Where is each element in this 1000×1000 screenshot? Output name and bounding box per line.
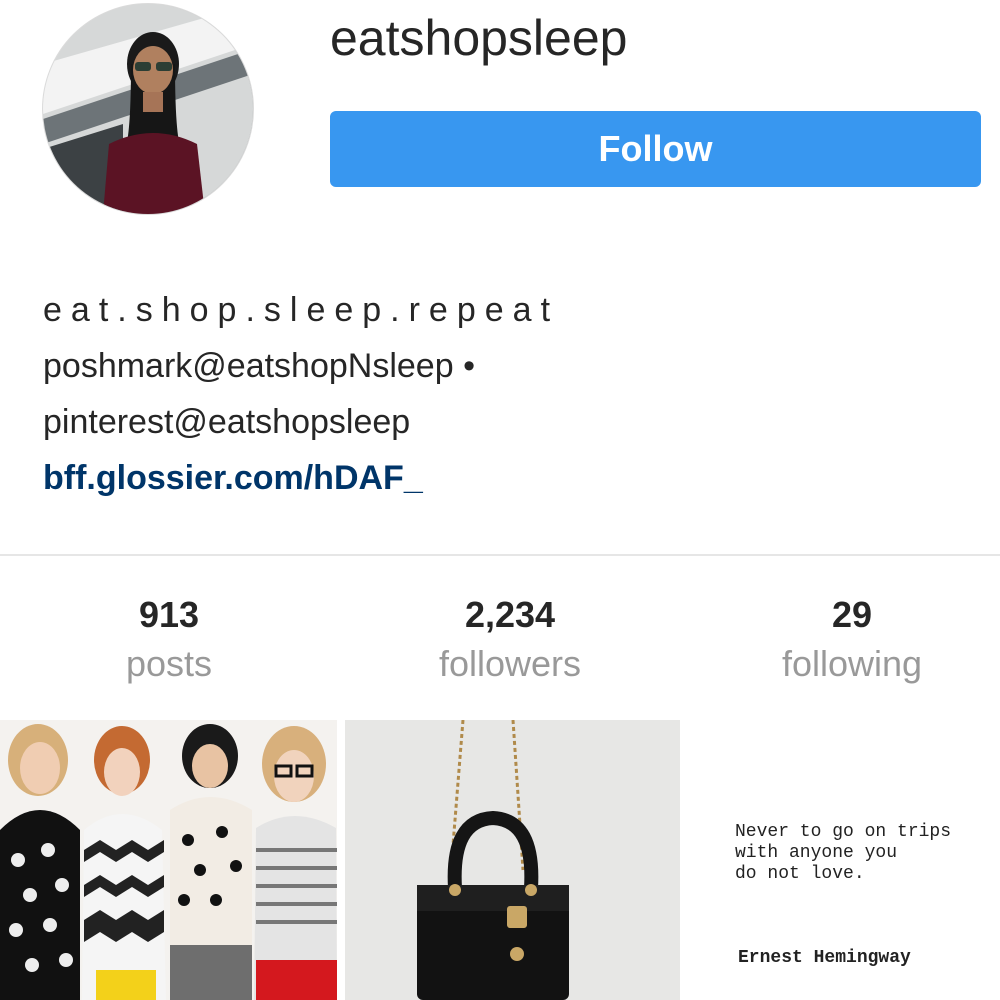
- bio: eat.shop.sleep.repeat poshmark@eatshopNs…: [43, 282, 963, 506]
- divider: [0, 554, 1000, 556]
- stat-followers[interactable]: 2,234 followers: [350, 592, 670, 690]
- avatar-photo: [43, 4, 253, 214]
- followers-label: followers: [438, 643, 582, 684]
- stats-bar: 913 posts 2,234 followers 29 following: [0, 592, 1000, 692]
- bag-photo: [417, 720, 569, 1000]
- stat-posts[interactable]: 913 posts: [9, 592, 329, 690]
- posts-label: posts: [125, 643, 213, 684]
- follow-button[interactable]: Follow: [330, 111, 981, 187]
- following-count: 29: [831, 594, 873, 635]
- fashion-photo: [0, 724, 337, 1000]
- bio-poshmark: poshmark@eatshopNsleep •: [43, 347, 475, 385]
- posts-count: 913: [138, 594, 200, 635]
- post-thumbnail-quote[interactable]: Never to go on trips with anyone you do …: [688, 720, 1000, 1000]
- bio-motto: eat.shop.sleep.repeat: [43, 291, 560, 329]
- post-thumbnail-bag[interactable]: [345, 720, 680, 1000]
- stat-following[interactable]: 29 following: [692, 592, 1000, 690]
- followers-count: 2,234: [464, 594, 556, 635]
- post-grid: Never to go on trips with anyone you do …: [0, 720, 1000, 1000]
- post-quote-text: Never to go on trips with anyone you do …: [735, 822, 952, 884]
- bio-website-link[interactable]: bff.glossier.com/hDAF_: [43, 459, 423, 497]
- profile-avatar[interactable]: [42, 3, 254, 215]
- username: eatshopsleep: [330, 10, 628, 66]
- post-thumbnail-fashion[interactable]: [0, 720, 337, 1000]
- bio-pinterest: pinterest@eatshopsleep: [43, 403, 411, 441]
- following-label: following: [781, 643, 923, 684]
- post-quote-author: Ernest Hemingway: [738, 948, 911, 968]
